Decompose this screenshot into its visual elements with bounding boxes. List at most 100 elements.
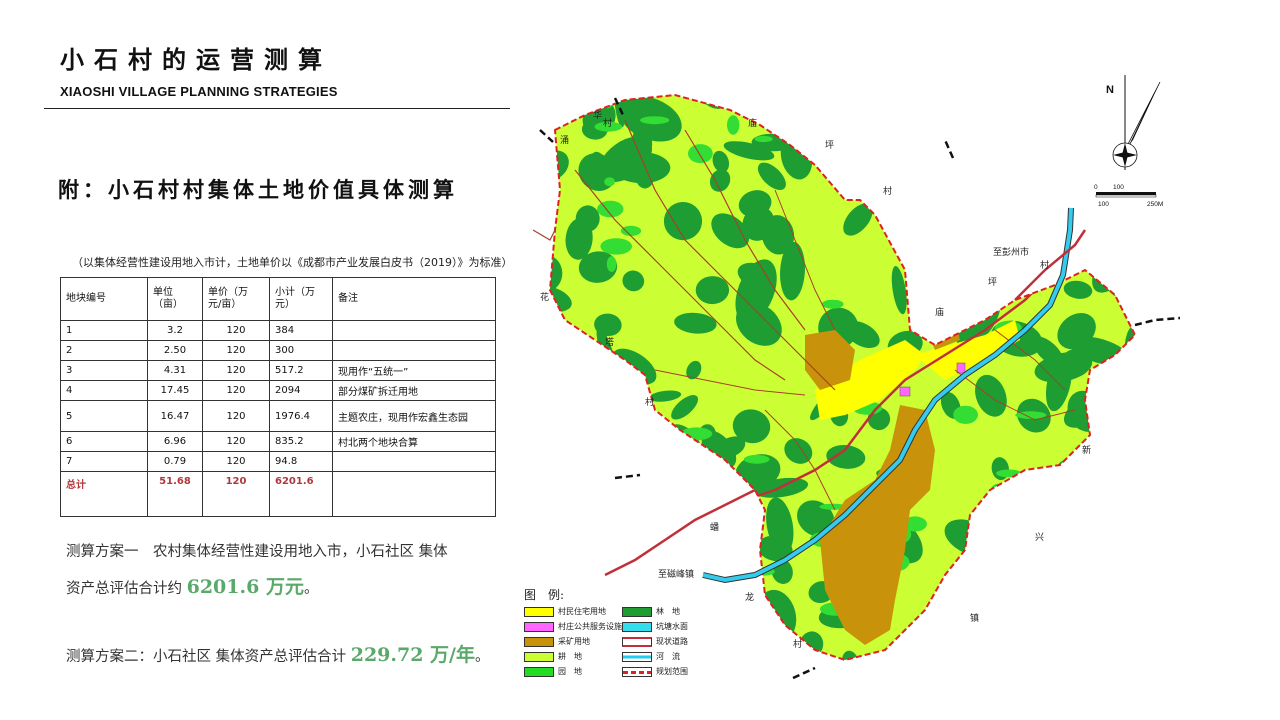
forest-patch <box>888 95 923 125</box>
public-facility <box>956 362 966 374</box>
table-cell: 300 <box>269 340 333 361</box>
garden-patch <box>635 561 658 580</box>
forest-patch <box>861 100 877 141</box>
forest-patch <box>550 364 582 393</box>
road-to-cifeng <box>604 488 756 577</box>
forest-patch <box>912 236 945 254</box>
scale-tick-250: 250M <box>1147 201 1163 208</box>
village-label: 村 <box>793 638 802 650</box>
forest-patch <box>897 146 927 172</box>
legend-label: 采矿用地 <box>558 637 590 646</box>
forest-patch <box>561 505 601 535</box>
garden-patch <box>989 483 1007 504</box>
scale-bar-segment <box>1096 192 1156 195</box>
forest-patch <box>1126 457 1135 488</box>
forest-patch <box>657 438 678 461</box>
table-cell: 4.31 <box>147 360 203 381</box>
forest-patch <box>576 522 633 562</box>
forest-patch <box>842 95 865 127</box>
table-row: 1 3.2 120 384 <box>60 320 496 341</box>
garden-patch <box>891 125 906 134</box>
header-cell: 小计（万 元） <box>269 277 333 321</box>
forest-patch <box>616 512 642 540</box>
table-row: 3 4.31 120 517.2 现用作“五统一” <box>60 360 496 381</box>
garden-patch <box>1061 498 1085 509</box>
north-arrow: N <box>1106 75 1161 170</box>
title-divider <box>44 108 510 109</box>
table-cell: 835.2 <box>269 431 333 452</box>
forest-patch <box>929 95 946 103</box>
forest-patch <box>665 502 704 536</box>
forest-patch <box>1050 549 1087 586</box>
forest-patch <box>894 186 958 213</box>
garden-patch <box>550 474 557 494</box>
garden-patch <box>1071 225 1091 232</box>
forest-patch <box>672 467 700 492</box>
table-cell: 6.96 <box>147 431 203 452</box>
forest-patch <box>927 240 969 266</box>
header-cell: 地块编号 <box>60 277 148 321</box>
forest-patch <box>1121 95 1135 109</box>
forest-patch <box>932 144 987 171</box>
forest-patch <box>1020 508 1072 539</box>
table-cell: 94.8 <box>269 451 333 472</box>
legend-label: 规划范围 <box>656 667 688 676</box>
table-cell <box>332 340 496 361</box>
table-total-row: 总计 51.68 120 6201.6 <box>60 471 496 517</box>
scale-tick-0: 0 <box>1094 184 1098 191</box>
forest-patch <box>603 487 648 533</box>
garden-patch <box>984 208 997 225</box>
table-cell: 2 <box>60 340 148 361</box>
forest-patch <box>959 95 979 111</box>
forest-patch <box>632 464 668 498</box>
village-label: 坪 <box>825 140 834 151</box>
legend-label: 坑塘水面 <box>656 622 688 631</box>
legend-swatch <box>524 607 554 617</box>
garden-patch <box>1102 424 1131 431</box>
table-cell: 384 <box>269 320 333 341</box>
garden-patch <box>754 135 773 143</box>
garden-patch <box>929 204 962 217</box>
table-cell: 部分煤矿拆迁用地 <box>332 380 496 401</box>
page-title: 小石村的运营测算 <box>60 46 332 74</box>
forest-patch <box>700 627 716 660</box>
village-label: 庙 <box>935 306 944 318</box>
village-label: 村 <box>883 185 892 197</box>
forest-patch <box>612 482 663 518</box>
calc-plan-2-value: 229.72 万/年 <box>350 644 475 666</box>
table-cell: 3.2 <box>147 320 203 341</box>
forest-patch <box>550 380 586 423</box>
table-cell: 120 <box>202 471 270 517</box>
calc-plan-1-value: 6201.6 万元 <box>186 576 304 598</box>
garden-patch <box>616 388 648 399</box>
forest-patch <box>998 515 1054 551</box>
garden-patch <box>743 454 770 464</box>
calc-plan-2-suffix: 。 <box>475 649 490 665</box>
table-cell: 3 <box>60 360 148 381</box>
forest-patch <box>919 620 943 649</box>
garden-patch <box>1096 525 1115 540</box>
table-cell: 7 <box>60 451 148 472</box>
legend-swatch <box>622 607 652 617</box>
table-cell: 120 <box>202 380 270 401</box>
garden-patch <box>1005 627 1030 634</box>
village-label: 华 <box>593 109 602 121</box>
calc-plan-2: 测算方案二：小石社区 集体资产总评估合计 229.72 万/年。 <box>66 640 490 667</box>
table-cell: 16.47 <box>147 400 203 432</box>
garden-patch <box>1003 534 1015 547</box>
legend-swatch <box>622 652 652 662</box>
table-cell: 120 <box>202 431 270 452</box>
north-label: N <box>1106 84 1114 96</box>
table-cell: 1976.4 <box>269 400 333 432</box>
scale-bar-segment <box>1095 194 1157 198</box>
forest-patch <box>1076 95 1132 134</box>
calc-plan-1-line2: 资产总评估合计约 6201.6 万元。 <box>66 572 318 599</box>
legend-swatch <box>622 667 652 677</box>
header-cell: 单位 （亩） <box>147 277 203 321</box>
table-cell: 0.79 <box>147 451 203 472</box>
village-label: 龙 <box>745 591 754 603</box>
garden-patch <box>961 623 981 631</box>
garden-patch <box>1005 613 1016 633</box>
forest-patch <box>823 95 861 128</box>
table-cell <box>332 320 496 341</box>
